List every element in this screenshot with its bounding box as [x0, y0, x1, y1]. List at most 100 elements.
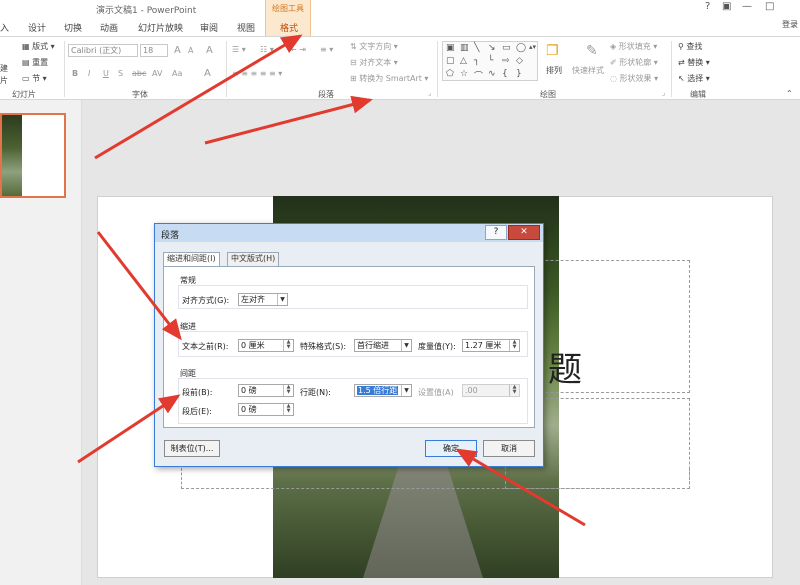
select-button[interactable]: ↖ 选择 ▾	[678, 73, 710, 84]
triangle-shape-icon[interactable]: △	[460, 56, 467, 66]
numbering-icon[interactable]: ☷ ▾	[260, 45, 274, 54]
rectangle-shape-icon[interactable]: ▭	[502, 43, 511, 53]
maximize-icon[interactable]: □	[765, 1, 774, 12]
indent-icon[interactable]: ⇤ ⇥	[290, 45, 306, 54]
drawing-dialog-launcher-icon[interactable]: ⌟	[662, 89, 665, 97]
help-icon[interactable]: ?	[705, 1, 710, 12]
spinner-icon[interactable]: ▲ ▼	[509, 340, 519, 351]
right-arrow-shape-icon[interactable]: ⇨	[502, 56, 510, 66]
left-brace-shape-icon[interactable]: {	[502, 69, 508, 79]
collapse-ribbon-icon[interactable]: ⌃	[786, 89, 793, 98]
tab-transitions[interactable]: 切换	[64, 21, 82, 34]
login-link[interactable]: 登录	[782, 19, 798, 30]
tab-design[interactable]: 设计	[28, 21, 46, 34]
reset-button[interactable]: ▤ 重置	[22, 57, 48, 68]
change-case-button[interactable]: Aa	[172, 69, 182, 78]
line-spacing-icon[interactable]: ≡ ▾	[320, 45, 333, 54]
text-direction-button[interactable]: ⇅ 文字方向 ▾	[350, 41, 398, 52]
star-shape-icon[interactable]: ☆	[460, 69, 468, 79]
dialog-close-button[interactable]: ✕	[508, 225, 540, 240]
reset-icon: ▤	[22, 58, 30, 67]
section-button[interactable]: ▭ 节 ▾	[22, 73, 47, 84]
line-spacing-value: 1.5 倍行距	[357, 386, 399, 395]
tab-review[interactable]: 审阅	[200, 21, 218, 34]
font-name-combo[interactable]: Calibri (正文)	[68, 44, 138, 57]
at-input: .00 ▲ ▼	[462, 384, 520, 397]
new-slide-label-1[interactable]: 建	[0, 63, 8, 74]
right-brace-shape-icon[interactable]: }	[516, 69, 522, 79]
shrink-font-button[interactable]: A	[188, 46, 193, 55]
dialog-help-button[interactable]: ?	[485, 225, 507, 240]
tab-slideshow[interactable]: 幻灯片放映	[138, 21, 183, 34]
ok-button[interactable]: 确定	[425, 440, 477, 457]
shape-outline-label: 形状轮廓	[619, 58, 652, 67]
align-text-button[interactable]: ⊟ 对齐文本 ▾	[350, 57, 398, 68]
paragraph-dialog-launcher-icon[interactable]: ⌟	[428, 89, 431, 97]
underline-button[interactable]: U	[103, 69, 109, 78]
minimize-icon[interactable]: —	[742, 1, 752, 12]
spinner-icon[interactable]: ▲ ▼	[283, 385, 293, 396]
line-shape-icon[interactable]: ╲	[474, 43, 479, 53]
gallery-scroll-icon[interactable]: ▴▾	[529, 43, 536, 51]
find-button[interactable]: ⚲ 查找	[678, 41, 702, 52]
connector-shape-icon[interactable]: ┐	[474, 56, 479, 66]
chevron-down-icon: ▼	[401, 385, 411, 396]
baidu-watermark: Bai 经验	[612, 521, 703, 546]
quick-styles-button[interactable]: 快速样式	[572, 65, 604, 76]
restore-icon[interactable]: ▣	[722, 1, 731, 12]
tab-view[interactable]: 视图	[237, 21, 255, 34]
title-bar: 演示文稿1 - PowerPoint ? ▣ — □	[0, 0, 800, 18]
at-label: 设置值(A)	[418, 388, 454, 397]
strikethrough-button[interactable]: abc	[132, 69, 146, 78]
tab-insert[interactable]: 入	[0, 21, 9, 34]
italic-button[interactable]: I	[88, 69, 90, 78]
shape-gallery[interactable]: ▣ ▥ ╲ ↘ ▭ ◯ ▢ △ ┐ └ ⇨ ◇ ⬠ ☆ ⌒ ∿ { } ▴▾	[442, 41, 538, 82]
after-spacing-input[interactable]: 0 磅 ▲ ▼	[238, 403, 294, 416]
spinner-icon[interactable]: ▲ ▼	[283, 340, 293, 351]
font-color-button[interactable]: A	[204, 68, 211, 79]
tab-asian-typography[interactable]: 中文版式(H)	[227, 252, 280, 266]
alignment-select[interactable]: 左对齐 ▼	[238, 293, 288, 306]
bullets-icon[interactable]: ☰ ▾	[232, 45, 246, 54]
smartart-button[interactable]: ⊞ 转换为 SmartArt ▾	[350, 73, 428, 84]
arrow-line-shape-icon[interactable]: ↘	[488, 43, 496, 53]
textbox-shape-icon[interactable]: ▣	[446, 43, 455, 53]
elbow-connector-shape-icon[interactable]: └	[488, 56, 493, 66]
shape-fill-button[interactable]: ◈ 形状填充 ▾	[610, 41, 657, 52]
spinner-icon[interactable]: ▲ ▼	[283, 404, 293, 415]
bold-button[interactable]: B	[72, 69, 78, 78]
char-spacing-button[interactable]: AV	[152, 69, 162, 78]
tabs-button[interactable]: 制表位(T)...	[164, 440, 220, 457]
tab-animations[interactable]: 动画	[100, 21, 118, 34]
layout-button[interactable]: ▦ 版式 ▾	[22, 41, 55, 52]
shape-effects-button[interactable]: ◌ 形状效果 ▾	[610, 73, 658, 84]
tab-format[interactable]: 格式	[280, 21, 298, 34]
before-spacing-input[interactable]: 0 磅 ▲ ▼	[238, 384, 294, 397]
pentagon-shape-icon[interactable]: ⬠	[446, 69, 454, 79]
special-select[interactable]: 首行缩进 ▼	[354, 339, 412, 352]
vertical-textbox-shape-icon[interactable]: ▥	[460, 43, 469, 53]
shadow-button[interactable]: S	[118, 69, 123, 78]
clear-format-button[interactable]: A	[206, 45, 213, 56]
freeform-shape-icon[interactable]: ∿	[488, 69, 496, 79]
curve-shape-icon[interactable]: ⌒	[474, 69, 483, 82]
shape-outline-button[interactable]: ✐ 形状轮廓 ▾	[610, 57, 658, 68]
rounded-rect-shape-icon[interactable]: ▢	[446, 56, 455, 66]
replace-button[interactable]: ⇄ 替换 ▾	[678, 57, 710, 68]
dialog-title-bar[interactable]: 段落 ? ✕	[155, 224, 543, 242]
by-input[interactable]: 1.27 厘米 ▲ ▼	[462, 339, 520, 352]
before-text-input[interactable]: 0 厘米 ▲ ▼	[238, 339, 294, 352]
diamond-shape-icon[interactable]: ◇	[516, 56, 523, 66]
new-slide-label-2[interactable]: 片	[0, 75, 8, 86]
line-spacing-select[interactable]: 1.5 倍行距 ▼	[354, 384, 412, 397]
slide-title-text[interactable]: 题	[548, 342, 582, 391]
cancel-button[interactable]: 取消	[483, 440, 535, 457]
arrange-button[interactable]: 排列	[546, 65, 562, 76]
layout-label: 版式	[32, 42, 49, 51]
font-size-combo[interactable]: 18	[140, 44, 168, 57]
slide-thumbnail-1[interactable]	[0, 113, 66, 198]
align-icons[interactable]: ≡ ≡ ≡ ≡ ≡ ▾	[232, 69, 282, 78]
grow-font-button[interactable]: A	[174, 45, 181, 56]
oval-shape-icon[interactable]: ◯	[516, 43, 526, 53]
tab-indents-spacing[interactable]: 缩进和间距(I)	[163, 252, 220, 267]
